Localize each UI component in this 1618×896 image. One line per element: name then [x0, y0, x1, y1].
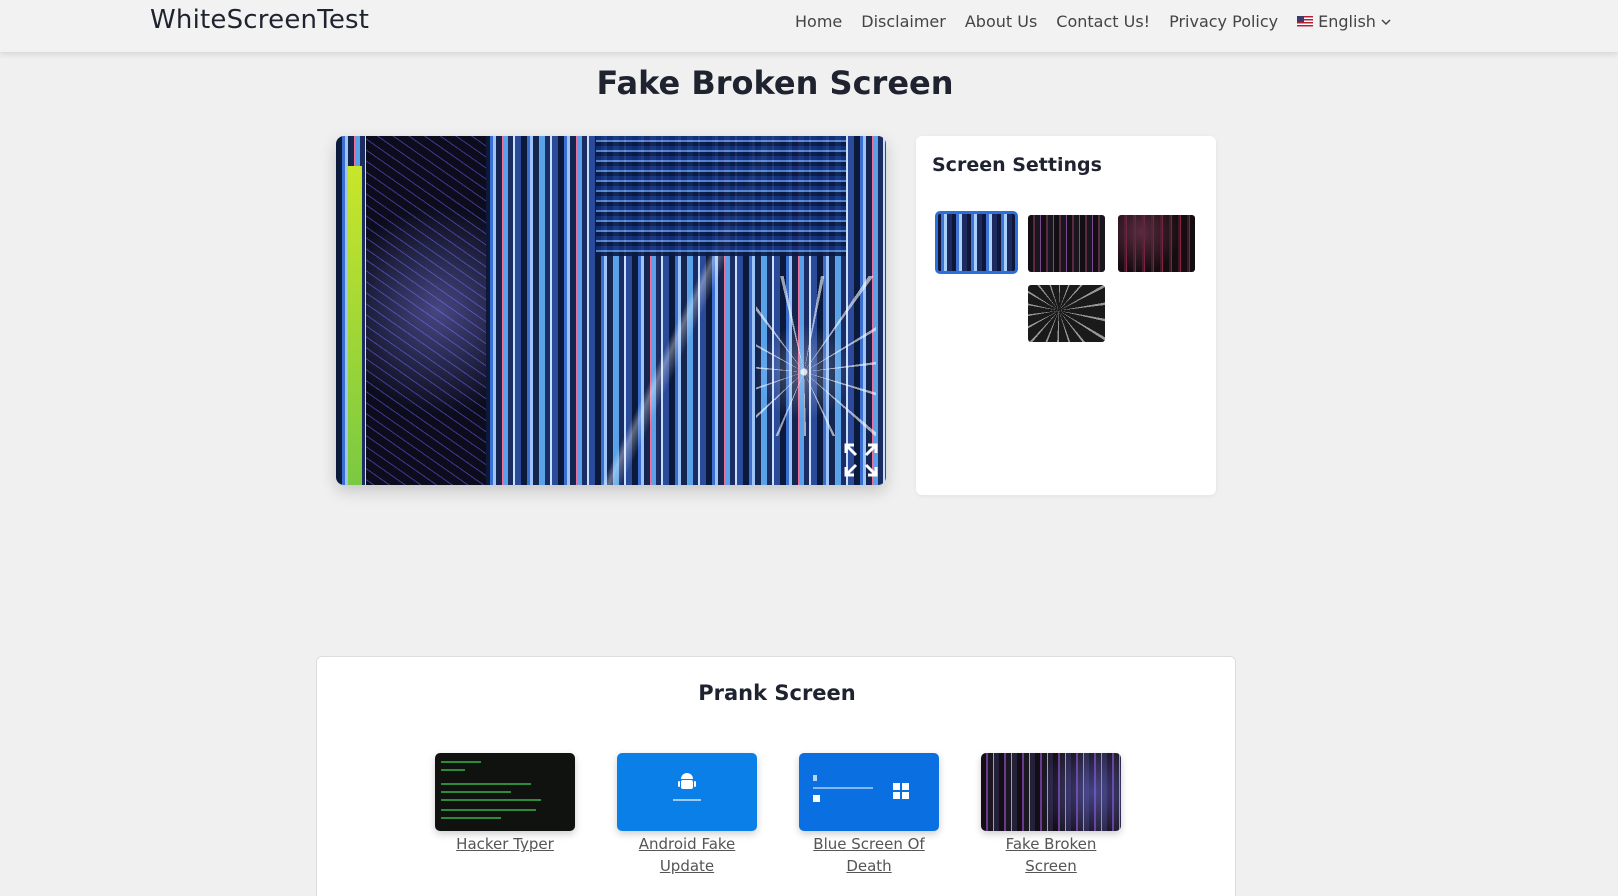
android-progress-line — [673, 799, 701, 801]
windows-logo-icon — [893, 783, 909, 799]
screen-crack-area — [366, 136, 486, 485]
android-icon — [678, 773, 696, 789]
bsod-text-line — [813, 775, 817, 781]
bsod-link[interactable]: Blue Screen Of Death — [799, 833, 939, 877]
android-update-link[interactable]: Android Fake Update — [617, 833, 757, 877]
bsod-qr — [813, 795, 820, 802]
prank-card-fake-broken: Fake Broken Screen — [981, 753, 1121, 877]
language-label: English — [1318, 12, 1376, 31]
screen-glitch-bar — [348, 166, 362, 485]
screen-crack-burst — [756, 276, 876, 436]
prank-card-bsod: Blue Screen Of Death — [799, 753, 939, 877]
code-line — [441, 783, 531, 785]
fake-broken-thumbnail[interactable] — [981, 753, 1121, 831]
screen-glitch-band — [596, 136, 846, 256]
bsod-thumbnail[interactable] — [799, 753, 939, 831]
code-line — [441, 769, 465, 771]
prank-screen-section: Prank Screen Hacker Typer Android Fake U… — [316, 656, 1236, 896]
screen-option-4[interactable] — [1028, 285, 1105, 342]
screen-option-3[interactable] — [1118, 215, 1195, 272]
bsod-text-line — [813, 787, 873, 789]
broken-screen-preview — [336, 136, 886, 485]
nav-contact-us[interactable]: Contact Us! — [1056, 12, 1150, 31]
nav-about-us[interactable]: About Us — [965, 12, 1037, 31]
hacker-typer-thumbnail[interactable] — [435, 753, 575, 831]
screen-option-2[interactable] — [1028, 215, 1105, 272]
settings-title: Screen Settings — [932, 154, 1102, 176]
code-line — [441, 817, 501, 819]
nav-home[interactable]: Home — [795, 12, 842, 31]
chevron-down-icon — [1381, 18, 1391, 25]
screen-option-1-selected[interactable] — [935, 211, 1018, 274]
code-line — [441, 809, 536, 811]
us-flag-icon — [1297, 16, 1314, 27]
code-line — [441, 799, 541, 801]
page-title: Fake Broken Screen — [596, 64, 954, 102]
screen-settings-panel: Screen Settings — [916, 136, 1216, 495]
android-update-thumbnail[interactable] — [617, 753, 757, 831]
prank-card-hacker-typer: Hacker Typer — [435, 753, 575, 855]
code-line — [441, 761, 481, 763]
nav-disclaimer[interactable]: Disclaimer — [861, 12, 946, 31]
fake-broken-link[interactable]: Fake Broken Screen — [981, 833, 1121, 877]
prank-section-title: Prank Screen — [698, 681, 856, 705]
top-navbar: WhiteScreenTest Home Disclaimer About Us… — [0, 0, 1618, 52]
main-nav: Home Disclaimer About Us Contact Us! Pri… — [795, 12, 1391, 31]
prank-card-android-update: Android Fake Update — [617, 753, 757, 877]
hacker-typer-link[interactable]: Hacker Typer — [435, 833, 575, 855]
site-brand[interactable]: WhiteScreenTest — [150, 5, 369, 35]
code-line — [441, 791, 511, 793]
language-selector[interactable]: English — [1297, 12, 1391, 31]
nav-privacy-policy[interactable]: Privacy Policy — [1169, 12, 1278, 31]
fullscreen-icon[interactable] — [844, 443, 878, 477]
